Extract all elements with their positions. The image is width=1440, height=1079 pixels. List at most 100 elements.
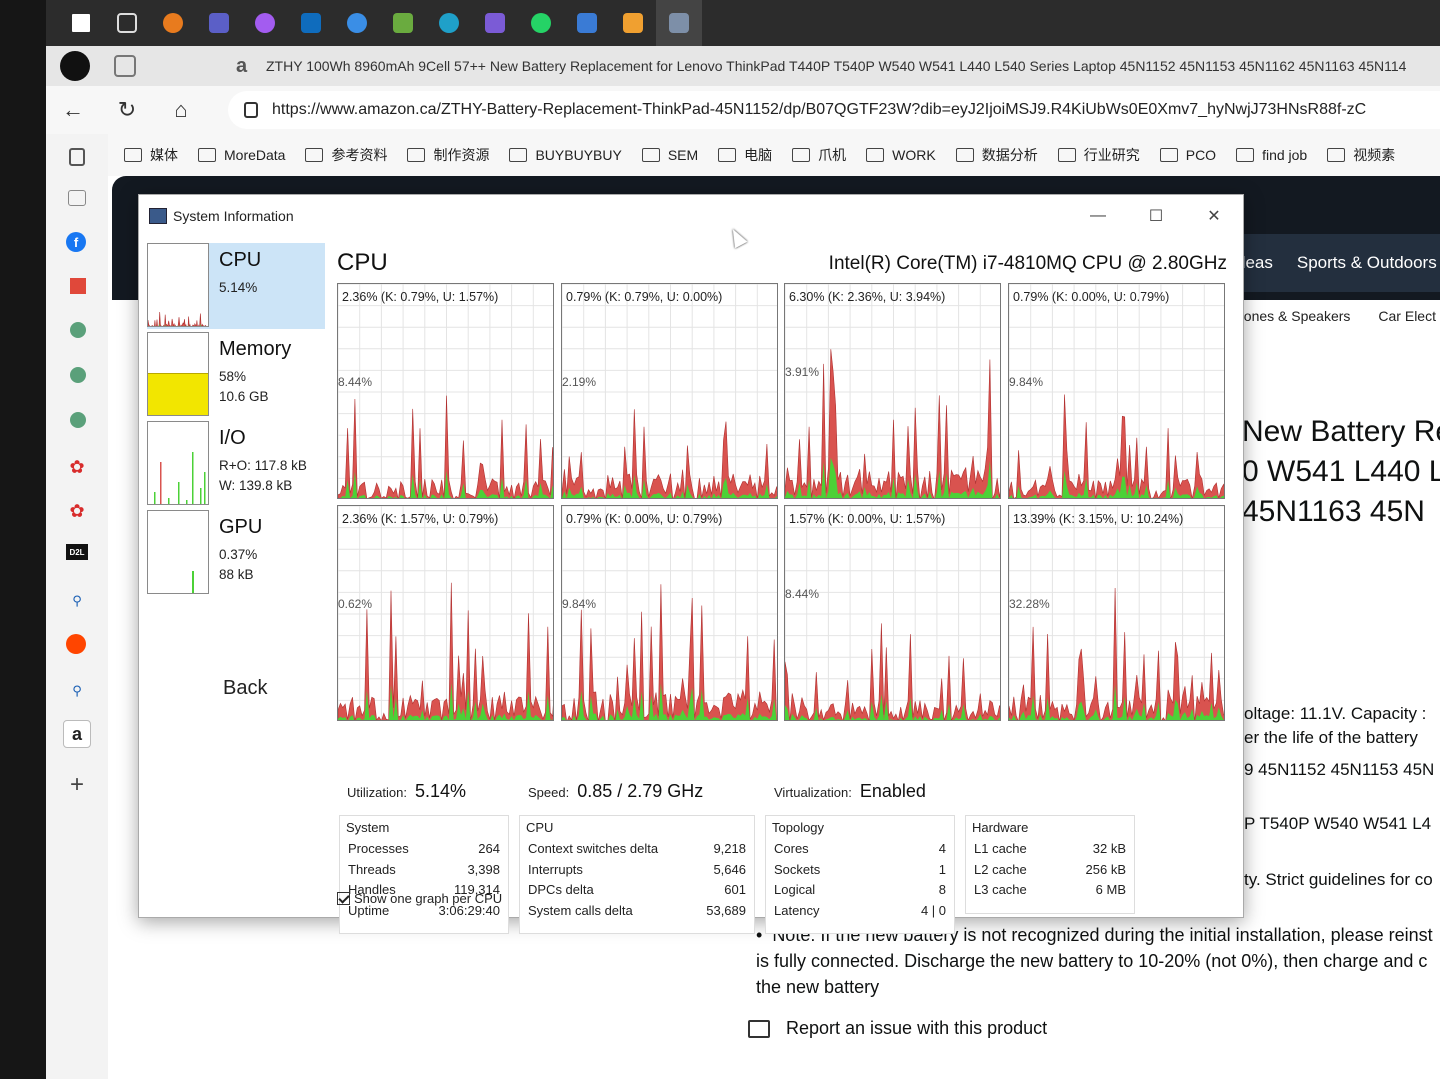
favorite-folder[interactable]: find job <box>1236 147 1307 163</box>
amazon-subnav-item[interactable]: Car Elect <box>1378 308 1436 324</box>
d2l-icon[interactable]: D2L <box>66 544 88 560</box>
checkbox-label[interactable]: Show one graph per CPU <box>354 891 502 906</box>
stat-key: Interrupts <box>528 861 583 877</box>
windows-start-icon[interactable] <box>58 0 104 46</box>
maple-leaf-icon-1[interactable]: ✿ <box>66 456 88 478</box>
app-red-icon[interactable] <box>70 278 86 294</box>
stat-value: 5,646 <box>713 861 746 877</box>
cpu-core-graph: 2.36% (K: 0.79%, U: 1.57%) 8.44% <box>337 283 554 499</box>
teams-icon[interactable] <box>196 0 242 46</box>
window-titlebar[interactable]: System Information — ☐ ✕ <box>139 195 1243 237</box>
settings-app-icon[interactable] <box>334 0 380 46</box>
resource-cpu[interactable]: CPU 5.14% <box>147 243 325 329</box>
cpu-core-graph: 1.57% (K: 0.00%, U: 1.57%) 8.44% <box>784 505 1001 721</box>
favorite-label[interactable]: SEM <box>668 147 698 163</box>
favorite-folder[interactable]: 行业研究 <box>1057 145 1140 165</box>
cpu-core-trace <box>1009 506 1224 720</box>
favorite-folder[interactable]: 制作资源 <box>407 145 489 165</box>
favorite-folder[interactable]: BUYBUYBUY <box>509 147 622 163</box>
favorite-label[interactable]: BUYBUYBUY <box>535 147 621 163</box>
remote-desktop-icon[interactable] <box>564 0 610 46</box>
profile-avatar[interactable] <box>60 51 90 81</box>
system-information-taskbar-icon[interactable] <box>656 0 702 46</box>
favorite-label[interactable]: 制作资源 <box>433 145 489 165</box>
favorite-label[interactable]: 行业研究 <box>1084 145 1140 165</box>
favorite-folder[interactable]: 电脑 <box>718 145 772 165</box>
lock-icon[interactable] <box>244 102 258 118</box>
favorite-label[interactable]: PCO <box>1186 147 1216 163</box>
close-button[interactable]: ✕ <box>1185 198 1243 234</box>
favorite-folder[interactable]: MoreData <box>198 147 285 163</box>
cpu-model: Intel(R) Core(TM) i7-4810MQ CPU @ 2.80GH… <box>828 253 1227 274</box>
favorite-folder[interactable]: 媒体 <box>124 145 178 165</box>
add-sidebar-icon[interactable]: + <box>66 771 88 798</box>
show-one-graph-checkbox[interactable]: Show one graph per CPU <box>337 891 502 906</box>
amazon-sidebar-icon[interactable]: a <box>63 720 91 748</box>
favorite-label[interactable]: 数据分析 <box>982 145 1038 165</box>
maple-leaf-icon-2[interactable]: ✿ <box>66 500 88 522</box>
app-orange-icon[interactable] <box>610 0 656 46</box>
whatsapp-icon[interactable] <box>518 0 564 46</box>
resource-memory[interactable]: Memory 58% 10.6 GB <box>147 332 325 418</box>
facebook-icon[interactable]: f <box>66 232 86 252</box>
search-icon-2[interactable]: ⚲ <box>66 680 88 702</box>
copilot-icon[interactable] <box>242 0 288 46</box>
back-button[interactable]: Back <box>223 677 267 700</box>
stat-key: Cores <box>774 841 809 856</box>
favorite-label[interactable]: 电脑 <box>744 145 772 165</box>
app-green-icon-3[interactable] <box>70 412 86 428</box>
app-green-icon-1[interactable] <box>70 322 86 338</box>
favorite-folder[interactable]: 参考资料 <box>305 145 387 165</box>
minimize-button[interactable]: — <box>1069 198 1127 234</box>
refresh-icon[interactable]: ↻ <box>100 90 154 130</box>
favorite-label[interactable]: find job <box>1262 147 1307 163</box>
favorite-label[interactable]: 视频素 <box>1353 145 1395 165</box>
favorite-label[interactable]: 媒体 <box>150 145 178 165</box>
favorite-folder[interactable]: 数据分析 <box>955 145 1038 165</box>
amazon-favicon: a <box>236 54 248 77</box>
edge-icon[interactable] <box>426 0 472 46</box>
back-arrow-icon[interactable]: ← <box>46 90 100 130</box>
favorite-label[interactable]: 参考资料 <box>331 145 387 165</box>
window-title: System Information <box>173 208 294 224</box>
favorite-folder[interactable]: SEM <box>641 147 698 163</box>
address-bar[interactable]: https://www.amazon.ca/ZTHY-Battery-Repla… <box>228 91 1440 129</box>
notepad-icon[interactable] <box>380 0 426 46</box>
favorite-folder[interactable]: PCO <box>1159 147 1216 163</box>
favorite-label[interactable]: 爪机 <box>818 145 846 165</box>
stat-value: 32 kB <box>1092 841 1126 856</box>
tab-title[interactable]: ZTHY 100Wh 8960mAh 9Cell 57++ New Batter… <box>266 58 1406 74</box>
favorite-folder[interactable]: 爪机 <box>792 145 846 165</box>
amazon-nav-item[interactable]: Sports & Outdoors <box>1297 253 1437 273</box>
search-app-icon[interactable] <box>150 0 196 46</box>
stat-value: 601 <box>724 882 746 897</box>
amazon-subnav-item[interactable]: hones & Speakers <box>1236 308 1350 324</box>
checkbox-box[interactable] <box>337 892 350 905</box>
home-icon[interactable]: ⌂ <box>154 90 208 130</box>
stat-value: 256 kB <box>1085 861 1126 877</box>
resource-io[interactable]: I/O R+O: 117.8 kB W: 139.8 kB <box>147 421 325 507</box>
stat-key: Sockets <box>774 861 821 877</box>
url-text[interactable]: https://www.amazon.ca/ZTHY-Battery-Repla… <box>272 101 1366 119</box>
favorite-label[interactable]: MoreData <box>224 147 285 163</box>
resource-gpu[interactable]: GPU 0.37% 88 kB <box>147 510 325 596</box>
core-peak-label: 2.19% <box>562 374 597 389</box>
reddit-icon[interactable] <box>66 634 86 654</box>
report-issue-link[interactable]: Report an issue with this product <box>748 1018 1047 1039</box>
outlook-icon[interactable] <box>288 0 334 46</box>
favorite-folder[interactable]: 视频素 <box>1327 145 1395 165</box>
search-icon-1[interactable]: ⚲ <box>66 590 88 612</box>
sidebar-collections-icon[interactable] <box>68 190 86 206</box>
tab-actions-icon[interactable] <box>114 55 136 77</box>
maximize-button[interactable]: ☐ <box>1127 198 1185 234</box>
app-purple-icon[interactable] <box>472 0 518 46</box>
cpu-group: CPU Context switches delta 9,218 Interrupts… <box>519 815 755 934</box>
task-view-icon[interactable] <box>104 0 150 46</box>
report-issue-text[interactable]: Report an issue with this product <box>786 1018 1047 1039</box>
system-information-window: System Information — ☐ ✕ CPU 5.14% Memor… <box>138 194 1244 934</box>
favorite-folder[interactable]: WORK <box>866 147 936 163</box>
app-green-icon-2[interactable] <box>70 367 86 383</box>
favorite-label[interactable]: WORK <box>892 147 936 163</box>
amazon-sub-nav: hones & Speakers Car Elect <box>1236 300 1440 332</box>
sidebar-tabs-icon[interactable] <box>69 148 85 166</box>
